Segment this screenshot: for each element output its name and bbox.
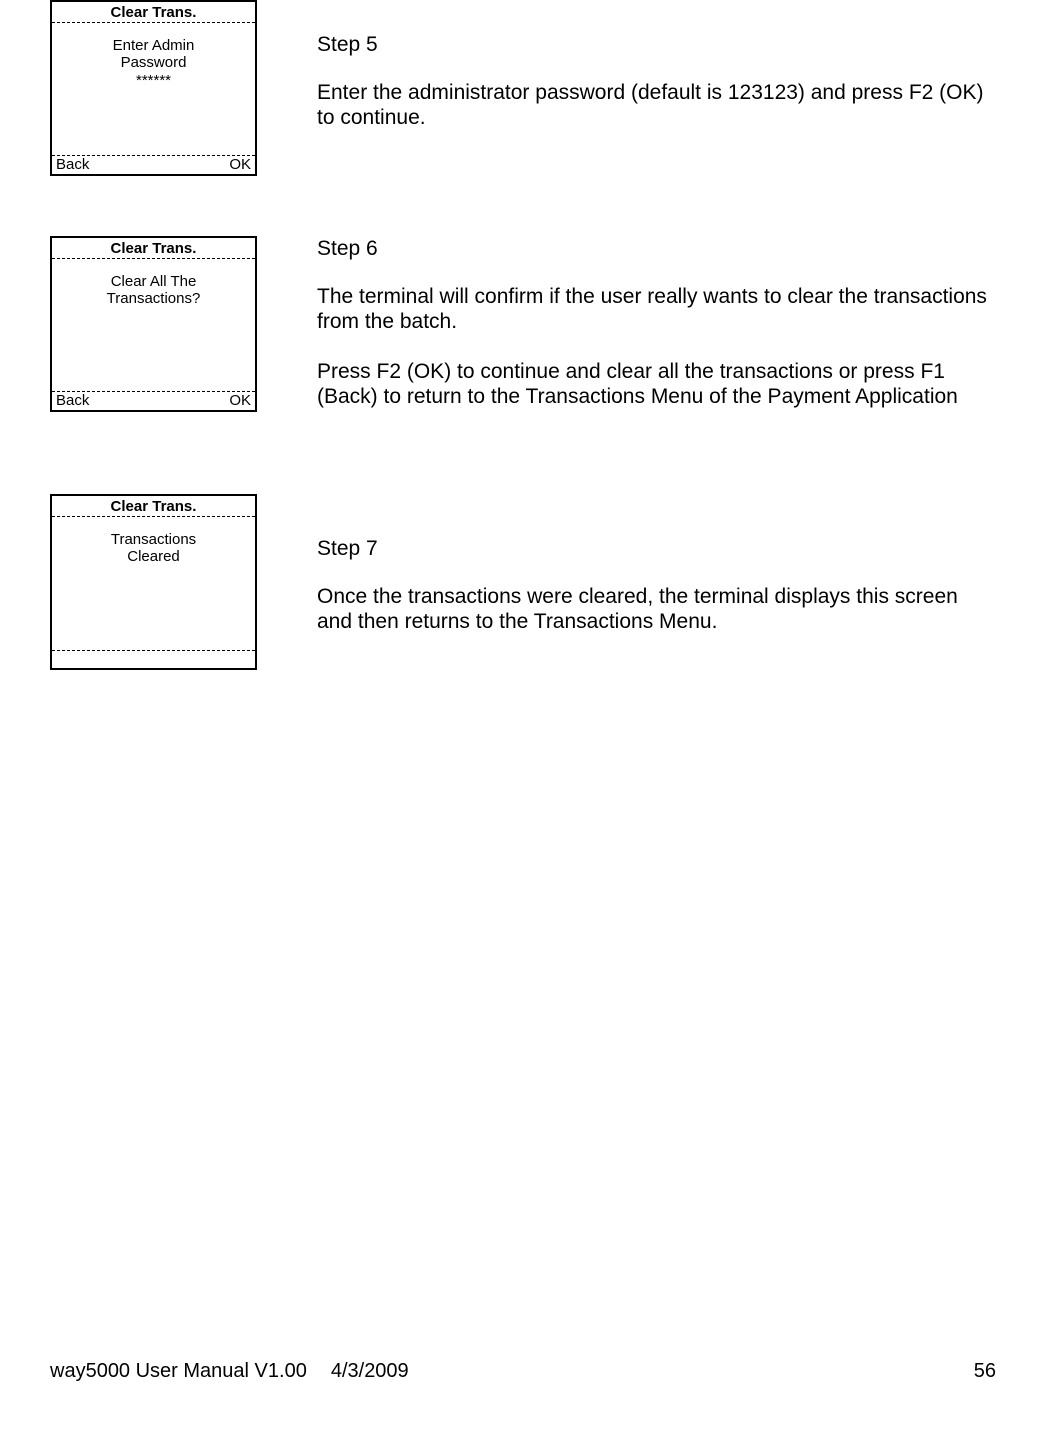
terminal-body: Transactions Cleared	[52, 517, 255, 650]
terminal-screen: Clear Trans. Enter Admin Password ******…	[50, 0, 257, 176]
terminal-ok-label: OK	[229, 392, 251, 409]
terminal-screen: Clear Trans. Transactions Cleared	[50, 494, 257, 670]
page-footer: way5000 User Manual V1.00 4/3/2009 56	[50, 1360, 996, 1383]
step-7-row: Clear Trans. Transactions Cleared Step 7…	[50, 494, 996, 670]
step-paragraph: Enter the administrator password (defaul…	[317, 80, 996, 131]
footer-date: 4/3/2009	[331, 1360, 409, 1383]
step-7-text: Step 7 Once the transactions were cleare…	[317, 494, 996, 659]
terminal-back-label: Back	[56, 392, 89, 409]
step-paragraph: Press F2 (OK) to continue and clear all …	[317, 359, 996, 410]
terminal-body-line: Password	[121, 54, 187, 71]
step-6-row: Clear Trans. Clear All The Transactions?…	[50, 236, 996, 434]
terminal-body-line: Clear All The	[111, 273, 197, 290]
terminal-body-line: Enter Admin	[113, 37, 195, 54]
step-heading: Step 5	[317, 32, 996, 58]
terminal-body: Enter Admin Password ******	[52, 23, 255, 155]
terminal-title: Clear Trans.	[52, 496, 255, 517]
terminal-footer: Back OK	[52, 155, 255, 174]
terminal-body-line: Transactions	[111, 531, 196, 548]
terminal-title: Clear Trans.	[52, 238, 255, 259]
terminal-ok-label: OK	[229, 156, 251, 173]
terminal-title: Clear Trans.	[52, 2, 255, 23]
terminal-body-line: ******	[136, 72, 171, 89]
terminal-screen: Clear Trans. Clear All The Transactions?…	[50, 236, 257, 412]
terminal-body: Clear All The Transactions?	[52, 259, 255, 391]
document-page: Clear Trans. Enter Admin Password ******…	[0, 0, 1046, 1433]
step-paragraph: The terminal will confirm if the user re…	[317, 284, 996, 335]
terminal-footer: Back OK	[52, 391, 255, 410]
terminal-footer	[52, 650, 255, 668]
terminal-body-line: Cleared	[127, 548, 180, 565]
terminal-body-line: Transactions?	[107, 290, 201, 307]
footer-page-number: 56	[974, 1360, 996, 1383]
step-paragraph: Once the transactions were cleared, the …	[317, 584, 996, 635]
step-heading: Step 6	[317, 236, 996, 262]
step-6-text: Step 6 The terminal will confirm if the …	[317, 236, 996, 434]
step-5-row: Clear Trans. Enter Admin Password ******…	[50, 0, 996, 176]
terminal-back-label: Back	[56, 156, 89, 173]
step-heading: Step 7	[317, 536, 996, 562]
step-5-text: Step 5 Enter the administrator password …	[317, 0, 996, 155]
footer-doc-title: way5000 User Manual V1.00	[50, 1360, 307, 1383]
